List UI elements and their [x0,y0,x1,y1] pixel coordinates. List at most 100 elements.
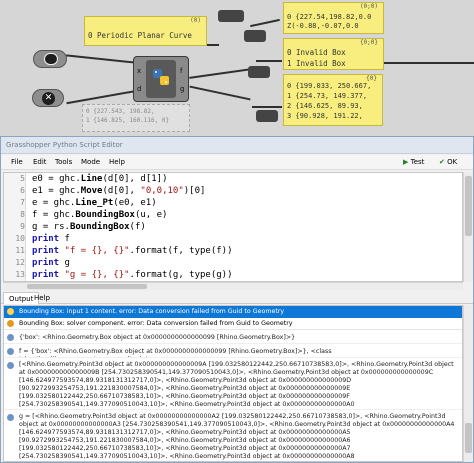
play-icon: ▶ [403,158,409,166]
line-number: 7 [20,198,25,207]
output-row[interactable]: g = [<Rhino.Geometry.Point3d object at 0… [4,412,462,461]
editor-horizontal-scrollbar[interactable] [3,282,463,290]
wire [66,89,138,105]
panel-line: 0 Invalid Box [287,48,346,57]
test-label: Test [410,158,425,166]
line-number: 6 [20,186,25,195]
ok-button[interactable]: ✔ OK [439,157,457,168]
code-line[interactable]: e = ghc.Line_Pt(e0, e1) [32,197,157,209]
gear-component-icon[interactable] [256,110,278,122]
wire [189,85,251,101]
boolean-toggle[interactable] [33,50,67,68]
output-row-selected[interactable]: Bounding Box: input 1 content. error: Da… [4,306,462,318]
panel-line: 3 {90.928, 191.22, [287,112,363,120]
wire [252,106,282,108]
output-row[interactable]: [<Rhino.Geometry.Point3d object at 0x000… [4,360,462,410]
python-component[interactable]: x d f g [133,56,189,102]
panel-line: 0 {227.54,198.82,0.0 [287,13,372,21]
point-panel[interactable]: (0;0) 0 {227.54,198.82,0.0 Z(-0.88,-0.07… [283,2,384,34]
code-line[interactable]: print "g = {}, {}".format(g, type(g)) [32,269,233,281]
wire [250,18,280,28]
editor-vertical-scrollbar[interactable] [463,172,473,282]
menu-mode[interactable]: Mode [81,158,100,166]
info-icon [7,362,14,369]
scroll-thumb[interactable] [465,423,472,453]
output-vertical-scrollbar[interactable] [463,305,473,462]
line-number: 9 [20,222,25,231]
panel-line: Z(-0.88,-0.07,0.0 [287,22,359,30]
panel-line: 0 {199.033, 250.667, [287,82,372,90]
code-line[interactable]: print f [32,233,70,245]
input-port-d[interactable]: d [137,85,141,93]
output-port-g[interactable]: g [180,85,184,93]
component-body [146,60,176,98]
gear-component-icon[interactable] [244,30,266,42]
menu-file[interactable]: File [11,158,23,166]
panel-line: 1 {254.73, 149.377, [287,92,368,100]
menu-edit[interactable]: Edit [33,158,47,166]
line-number: 12 [15,258,25,267]
menu-help[interactable]: Help [109,158,125,166]
panel-index: (0) [190,17,201,24]
close-icon: ✕ [42,92,55,105]
output-row-error[interactable]: Bounding Box: solver component. error: D… [4,318,462,330]
output-text: f = {'box': <Rhino.Geometry.Box object a… [19,348,332,357]
menu-tools[interactable]: Tools [55,158,72,166]
output-list[interactable]: Bounding Box: input 1 content. error: Da… [3,305,463,462]
info-icon [7,334,14,341]
code-line[interactable]: print "f = {}, {}".format(f, type(f)) [32,245,233,257]
window-title[interactable]: Grasshopper Python Script Editor [1,137,473,154]
error-icon [7,320,14,327]
periodic-curve-panel[interactable]: (0) 0 Periodic Planar Curve [84,16,207,46]
wire [66,54,136,64]
output-tab-strip: Output Help [1,292,473,304]
toggle-knob-icon [44,53,58,65]
output-row[interactable]: {'box': <Rhino.Geometry.Box object at 0x… [4,332,462,344]
info-icon [7,414,14,421]
line-number: 8 [20,210,25,219]
output-text: g = [<Rhino.Geometry.Point3d object at 0… [19,413,455,460]
error-icon [7,308,14,315]
invalid-box-panel[interactable]: {0;0} 0 Invalid Box 1 Invalid Box [283,38,384,70]
code-line[interactable]: e0 = ghc.Line(d[0], d[1]) [32,173,168,185]
wire [256,60,282,62]
panel-text: 0 Periodic Planar Curve [88,31,192,40]
scroll-thumb[interactable] [27,284,147,289]
output-text: Bounding Box: solver component. error: D… [19,320,293,327]
test-button[interactable]: ▶ Test [403,157,424,168]
output-text: Bounding Box: input 1 content. error: Da… [19,308,285,315]
ok-label: OK [447,158,458,166]
panel-line: 2 {146.625, 89.93, [287,102,363,110]
line-number: 10 [15,234,25,243]
input-port-x[interactable]: x [137,67,141,75]
data-preview-panel: 0 {227.543, 198.82, 1 {146.825, 160.116,… [82,104,190,132]
line-number: 11 [15,246,25,255]
panel-line: 1 Invalid Box [287,59,346,68]
clear-button[interactable]: ✕ [32,89,64,107]
gear-component-icon[interactable] [248,66,270,78]
code-line[interactable]: print g [32,257,70,269]
grasshopper-canvas[interactable]: ✕ 0 {227.543, 198.82, 1 {146.825, 160.11… [0,0,474,136]
code-line[interactable]: f = ghc.BoundingBox(u, e) [32,209,167,221]
code-line[interactable]: g = rs.BoundingBox(f) [32,221,146,233]
scroll-thumb[interactable] [465,176,472,236]
output-text: {'box': <Rhino.Geometry.Box object at 0x… [19,334,296,341]
output-text: [<Rhino.Geometry.Point3d object at 0x000… [19,361,454,408]
bounding-box-panel[interactable]: {0} 0 {199.033, 250.667, 1 {254.73, 149.… [283,74,383,126]
panel-index: {0;0} [359,39,378,46]
panel-index: (0;0) [359,3,378,10]
check-icon: ✔ [439,158,445,166]
python-logo-icon [153,69,169,85]
output-row[interactable]: f = {'box': <Rhino.Geometry.Box object a… [4,346,462,358]
tab-help[interactable]: Help [29,292,55,304]
output-port-f[interactable]: f [180,67,182,75]
wire [376,62,474,64]
python-script-editor-window: Grasshopper Python Script Editor File Ed… [0,136,474,463]
menu-bar: File Edit Tools Mode Help ▶ Test ✔ OK [1,155,473,170]
line-number: 5 [20,174,25,183]
code-editor[interactable]: 5 6 7 8 9 10 11 12 13 e0 = ghc.Line(d[0]… [3,172,463,282]
line-number: 13 [15,270,25,279]
code-line[interactable]: e1 = ghc.Move(d[0], "0,0,10")[0] [32,185,205,197]
info-icon [7,348,14,355]
gear-component-icon[interactable] [218,10,244,22]
